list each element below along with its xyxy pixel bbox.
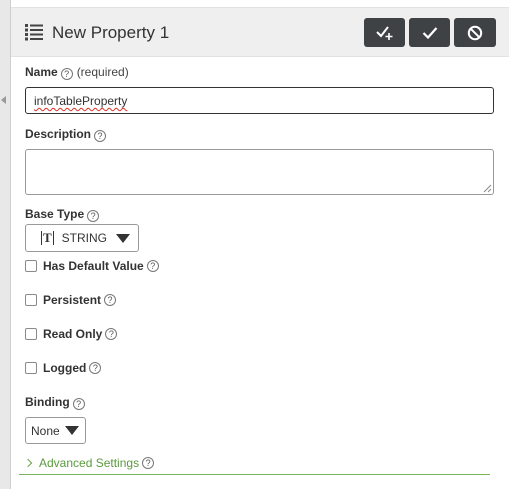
- base-type-label-text: Base Type: [25, 207, 85, 221]
- advanced-settings-toggle[interactable]: Advanced Settings ?: [23, 456, 155, 470]
- checkbox-label: Logged: [43, 361, 87, 375]
- collapse-arrow-icon[interactable]: [1, 96, 6, 104]
- help-icon[interactable]: ?: [146, 260, 159, 272]
- check-plus-icon: [375, 25, 392, 40]
- done-and-add-button[interactable]: [364, 18, 405, 47]
- help-icon[interactable]: ?: [105, 328, 118, 340]
- left-panel-edge: [0, 0, 11, 489]
- binding-label-text: Binding: [25, 395, 70, 409]
- base-type-select[interactable]: T STRING: [25, 224, 139, 252]
- section-divider: [19, 474, 490, 475]
- page-title: New Property 1: [52, 23, 170, 42]
- help-icon[interactable]: ?: [104, 294, 117, 306]
- base-type-label: Base Type?: [25, 207, 100, 222]
- help-icon[interactable]: ?: [60, 68, 73, 80]
- logged-checkbox[interactable]: [25, 362, 37, 374]
- checkbox-label: Has Default Value: [43, 259, 144, 273]
- persistent-checkbox[interactable]: [25, 294, 37, 306]
- binding-value: None: [31, 423, 60, 438]
- list-icon: [25, 24, 43, 41]
- logged-row[interactable]: Logged ?: [25, 360, 102, 376]
- required-note: (required): [76, 65, 129, 79]
- checkbox-label: Persistent: [43, 293, 102, 307]
- name-field[interactable]: [25, 87, 494, 114]
- help-icon[interactable]: ?: [94, 130, 107, 142]
- has-default-value-checkbox[interactable]: [25, 260, 37, 272]
- has-default-value-row[interactable]: Has Default Value ?: [25, 258, 159, 274]
- chevron-down-icon: [116, 233, 131, 243]
- help-icon[interactable]: ?: [87, 210, 100, 222]
- cancel-icon: [467, 25, 483, 40]
- advanced-settings-label: Advanced Settings: [39, 456, 140, 470]
- description-label: Description?: [25, 127, 107, 142]
- done-button[interactable]: [409, 18, 450, 47]
- checkbox-label: Read Only: [43, 327, 103, 341]
- base-type-value: STRING: [61, 231, 108, 245]
- description-label-text: Description: [25, 127, 92, 141]
- binding-select[interactable]: None: [25, 417, 86, 444]
- chevron-down-icon: [64, 426, 79, 435]
- read-only-checkbox[interactable]: [25, 328, 37, 340]
- string-type-icon: T: [41, 230, 54, 245]
- resize-grip-icon[interactable]: [483, 184, 492, 193]
- description-field[interactable]: [25, 149, 494, 195]
- help-icon[interactable]: ?: [142, 457, 155, 469]
- read-only-row[interactable]: Read Only ?: [25, 326, 118, 342]
- check-icon: [422, 26, 437, 39]
- cancel-button[interactable]: [454, 18, 496, 47]
- chevron-right-icon: [23, 458, 33, 468]
- help-icon[interactable]: ?: [72, 398, 85, 410]
- name-label: Name? (required): [25, 65, 129, 80]
- name-label-text: Name: [25, 65, 58, 79]
- help-icon[interactable]: ?: [89, 362, 102, 374]
- binding-label: Binding?: [25, 395, 85, 410]
- persistent-row[interactable]: Persistent ?: [25, 292, 117, 308]
- property-header: New Property 1: [11, 7, 509, 57]
